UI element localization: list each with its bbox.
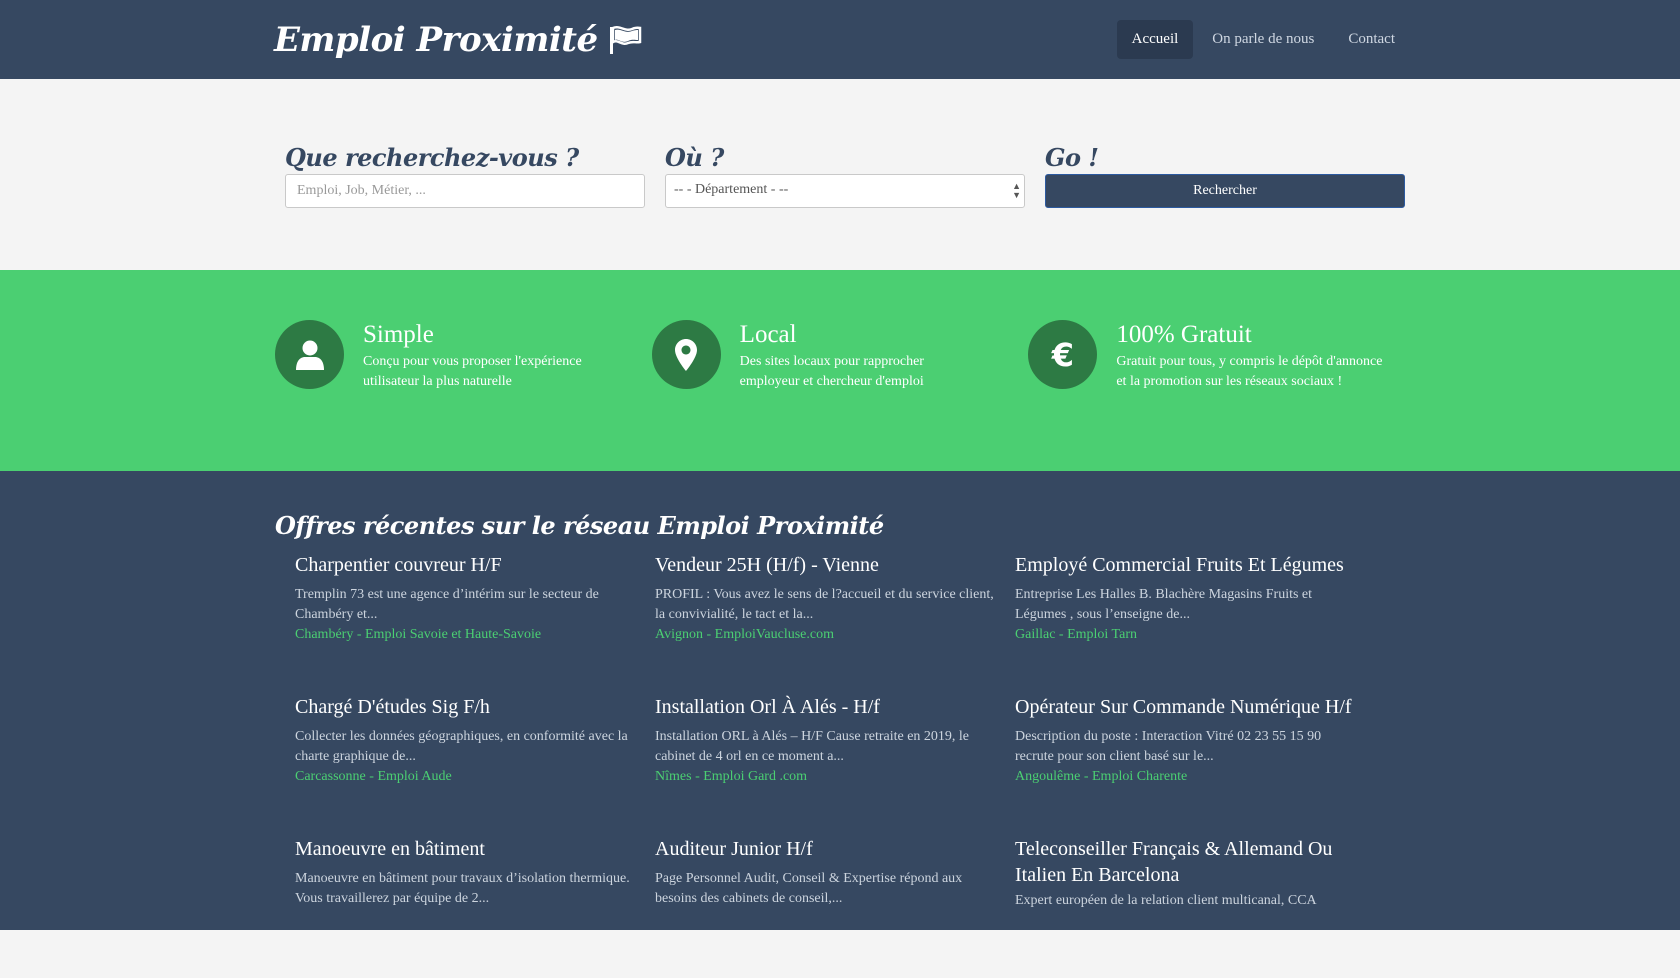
job-city-link[interactable]: Gaillac <box>1015 627 1055 642</box>
job-card[interactable]: Opérateur Sur Commande Numérique H/f Des… <box>1015 694 1360 836</box>
feature-icon-circle <box>275 320 344 389</box>
job-description: Tremplin 73 est une agence d’intérim sur… <box>295 587 599 622</box>
job-description: Manoeuvre en bâtiment pour travaux d’iso… <box>295 871 630 906</box>
brand-logo[interactable]: Emploi Proximité <box>274 20 642 60</box>
job-location: Avignon - EmploiVaucluse.com <box>655 627 835 642</box>
feature-gratuit: € 100% Gratuit Gratuit pour tous, y comp… <box>1028 320 1405 392</box>
job-title[interactable]: Auditeur Junior H/f <box>655 836 1000 862</box>
job-description: Page Personnel Audit, Conseil & Expertis… <box>655 871 963 906</box>
job-location: Carcassonne - Emploi Aude <box>295 769 452 784</box>
job-title[interactable]: Employé Commercial Fruits Et Légumes <box>1015 552 1360 578</box>
main-nav: Accueil On parle de nous Contact <box>1116 20 1410 59</box>
job-description: Collecter les données géographiques, en … <box>295 729 628 764</box>
nav-on-parle-de-nous[interactable]: On parle de nous <box>1197 20 1329 59</box>
job-title[interactable]: Opérateur Sur Commande Numérique H/f <box>1015 694 1360 720</box>
job-card[interactable]: Manoeuvre en bâtiment Manoeuvre en bâtim… <box>295 836 640 978</box>
job-title[interactable]: Teleconseiller Français & Allemand Ou It… <box>1015 836 1360 888</box>
job-title[interactable]: Charpentier couvreur H/F <box>295 552 640 578</box>
job-location: Nîmes - Emploi Gard .com <box>655 769 808 784</box>
offers-heading: Offres récentes sur le réseau Emploi Pro… <box>275 511 884 540</box>
keyword-input[interactable] <box>285 174 645 208</box>
feature-text: Conçu pour vous proposer l'expérience ut… <box>363 354 582 389</box>
job-card[interactable]: Vendeur 25H (H/f) - Vienne PROFIL : Vous… <box>655 552 1000 694</box>
department-select-value: -- - Département - -- <box>674 182 789 197</box>
job-city-link[interactable]: Angoulême <box>1015 769 1080 784</box>
job-description: Entreprise Les Halles B. Blachère Magasi… <box>1015 587 1313 622</box>
feature-text: Des sites locaux pour rapprocher employe… <box>739 354 924 389</box>
offers-section: Offres récentes sur le réseau Emploi Pro… <box>0 471 1680 930</box>
nav-accueil[interactable]: Accueil <box>1116 20 1194 59</box>
job-card[interactable]: Teleconseiller Français & Allemand Ou It… <box>1015 836 1360 978</box>
features-section: Simple Conçu pour vous proposer l'expéri… <box>0 270 1680 471</box>
user-icon <box>295 340 324 370</box>
job-description: Description du poste : Interaction Vitré… <box>1015 729 1322 764</box>
feature-icon-circle <box>651 320 721 389</box>
job-title[interactable]: Installation Orl À Alés - H/f <box>655 694 1000 720</box>
euro-icon: € <box>1051 335 1074 374</box>
map-marker-icon <box>675 338 698 371</box>
job-title[interactable]: Manoeuvre en bâtiment <box>295 836 640 862</box>
job-title[interactable]: Chargé D'études Sig F/h <box>295 694 640 720</box>
job-city-link[interactable]: Nîmes <box>655 769 692 784</box>
department-select[interactable]: -- - Département - -- ▲ ▼ <box>665 174 1025 208</box>
feature-text: Gratuit pour tous, y compris le dépôt d'… <box>1116 354 1383 389</box>
job-location: Chambéry - Emploi Savoie et Haute-Savoie <box>295 627 542 642</box>
feature-title: 100% Gratuit <box>1116 321 1252 348</box>
job-description: Installation ORL à Alés – H/F Cause retr… <box>655 729 970 764</box>
job-location: Angoulême - Emploi Charente <box>1015 769 1188 784</box>
where-label: Où ? <box>665 143 724 172</box>
nav-contact[interactable]: Contact <box>1333 20 1410 59</box>
go-label: Go ! <box>1045 143 1099 172</box>
feature-local: Local Des sites locaux pour rapprocher e… <box>651 320 1029 392</box>
what-field: Que recherchez-vous ? <box>285 143 645 208</box>
flag-icon <box>609 25 641 54</box>
feature-icon-circle: € <box>1028 320 1098 389</box>
job-card[interactable]: Auditeur Junior H/f Page Personnel Audit… <box>655 836 1000 978</box>
job-location: Gaillac - Emploi Tarn <box>1015 627 1138 642</box>
job-description: PROFIL : Vous avez le sens de l?accueil … <box>655 587 994 622</box>
job-site-link[interactable]: Emploi Savoie et Haute-Savoie <box>365 627 541 642</box>
where-field: Où ? -- - Département - -- ▲ ▼ <box>665 143 1025 208</box>
job-city-link[interactable]: Carcassonne <box>295 769 366 784</box>
job-description: Expert européen de la relation client mu… <box>1015 893 1317 908</box>
search-button[interactable]: Rechercher <box>1045 174 1405 208</box>
what-label: Que recherchez-vous ? <box>285 143 579 172</box>
job-site-link[interactable]: Emploi Aude <box>377 769 451 784</box>
feature-title: Simple <box>363 321 434 348</box>
feature-simple: Simple Conçu pour vous proposer l'expéri… <box>275 320 652 392</box>
job-card[interactable]: Charpentier couvreur H/F Tremplin 73 est… <box>295 552 640 694</box>
job-city-link[interactable]: Chambéry <box>295 627 353 642</box>
job-city-link[interactable]: Avignon <box>655 627 703 642</box>
job-site-link[interactable]: Emploi Charente <box>1092 769 1187 784</box>
feature-title: Local <box>739 321 797 348</box>
job-site-link[interactable]: EmploiVaucluse.com <box>715 627 834 642</box>
job-card[interactable]: Chargé D'études Sig F/h Collecter les do… <box>295 694 640 836</box>
go-field: Go ! Rechercher <box>1045 143 1405 208</box>
job-title[interactable]: Vendeur 25H (H/f) - Vienne <box>655 552 1000 578</box>
job-site-link[interactable]: Emploi Tarn <box>1067 627 1137 642</box>
job-site-link[interactable]: Emploi Gard .com <box>703 769 807 784</box>
search-section: Que recherchez-vous ? Où ? -- - Départem… <box>0 79 1680 270</box>
offers-grid: Charpentier couvreur H/F Tremplin 73 est… <box>275 552 1405 978</box>
select-arrows-icon: ▲ ▼ <box>1012 181 1021 200</box>
top-navbar: Emploi Proximité Accueil On parle de nou… <box>0 0 1680 79</box>
brand-name[interactable]: Emploi Proximité <box>274 20 598 60</box>
job-card[interactable]: Employé Commercial Fruits Et Légumes Ent… <box>1015 552 1360 694</box>
job-card[interactable]: Installation Orl À Alés - H/f Installati… <box>655 694 1000 836</box>
